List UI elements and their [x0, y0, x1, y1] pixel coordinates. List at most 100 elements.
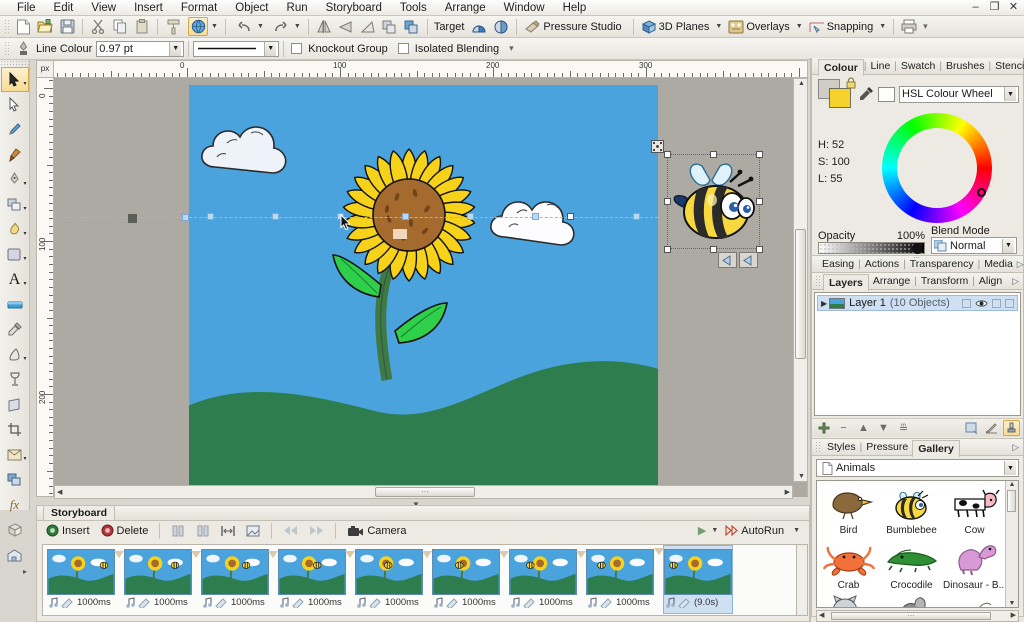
- checkbox-box[interactable]: [398, 43, 409, 54]
- pencil-tool[interactable]: [1, 117, 29, 142]
- gallery-scroll-thumb[interactable]: [1007, 490, 1016, 512]
- checkbox-box[interactable]: [291, 43, 302, 54]
- chevron-down-icon[interactable]: ▼: [1002, 239, 1014, 253]
- motion-path-keynode[interactable]: [567, 213, 574, 220]
- scroll-right-icon[interactable]: ▶: [785, 488, 790, 496]
- music-note-icon[interactable]: [280, 597, 290, 608]
- selection-handle-e[interactable]: [756, 198, 763, 205]
- colour-triangle[interactable]: [898, 129, 976, 207]
- sound-wave-icon[interactable]: [369, 597, 381, 608]
- frame-thumbnail[interactable]: [664, 549, 732, 595]
- frame-duration[interactable]: 1000ms: [539, 597, 573, 608]
- close-button[interactable]: ✕: [1007, 1, 1020, 13]
- motion-path-node[interactable]: [532, 213, 539, 220]
- frame-duration[interactable]: 1000ms: [77, 597, 111, 608]
- rotate-button[interactable]: [358, 17, 378, 36]
- ungroup-button[interactable]: [402, 17, 422, 36]
- paintbrush-tool[interactable]: [1, 142, 29, 167]
- tab-stencils[interactable]: Stencils: [991, 58, 1024, 75]
- frame-duration[interactable]: (9.0s): [694, 597, 718, 608]
- selection-handle-sw[interactable]: [664, 246, 671, 253]
- save-document-button[interactable]: [57, 17, 77, 36]
- blend-mode-combo[interactable]: Normal ▼: [931, 237, 1017, 254]
- new-document-button[interactable]: [13, 17, 33, 36]
- scroll-up-icon[interactable]: ▲: [798, 80, 805, 87]
- chevron-down-icon[interactable]: ▼: [711, 527, 718, 534]
- colour-mode-combo[interactable]: HSL Colour Wheel ▼: [899, 86, 1019, 103]
- line-style-combo[interactable]: ▼: [193, 41, 279, 57]
- crop-tool[interactable]: [1, 417, 29, 442]
- canvas-area[interactable]: [54, 78, 808, 497]
- line-width-combo[interactable]: 0.97 pt ▼: [96, 41, 184, 57]
- camera-button[interactable]: Camera: [343, 522, 410, 539]
- tools-overflow-button[interactable]: ▸: [0, 567, 29, 576]
- colour-picker-tool[interactable]: [1, 317, 29, 342]
- menu-item-window[interactable]: Window: [495, 0, 554, 16]
- tab-brushes[interactable]: Brushes: [942, 58, 989, 75]
- storyboard-frame[interactable]: 1000ms: [355, 549, 425, 609]
- no-colour-swatch[interactable]: [878, 87, 895, 102]
- knife-tool[interactable]: [1, 467, 29, 492]
- menu-item-view[interactable]: View: [82, 0, 125, 16]
- opacity-slider-knob[interactable]: [912, 243, 923, 254]
- chevron-down-icon[interactable]: ▼: [169, 42, 181, 56]
- 3d-planes-button[interactable]: 3D Planes ▼: [638, 17, 726, 36]
- sound-wave-icon[interactable]: [61, 597, 73, 608]
- chevron-down-icon[interactable]: ▼: [257, 23, 264, 30]
- perspective-tool[interactable]: [1, 392, 29, 417]
- tab-storyboard[interactable]: Storyboard: [43, 505, 115, 520]
- fill-colour-swatch[interactable]: [829, 88, 851, 108]
- scroll-down-icon[interactable]: ▼: [798, 473, 805, 480]
- sound-wave-icon[interactable]: [215, 597, 227, 608]
- document-page[interactable]: [189, 85, 658, 485]
- paste-button[interactable]: [132, 17, 152, 36]
- restore-button[interactable]: ❐: [988, 1, 1001, 13]
- selection-handle-n[interactable]: [710, 151, 717, 158]
- selection-handle-s[interactable]: [710, 246, 717, 253]
- gallery-item[interactable]: Cow: [943, 481, 1006, 536]
- flip-vertical-button[interactable]: [336, 17, 356, 36]
- motion-path-node[interactable]: [402, 213, 409, 220]
- pointer-tool[interactable]: ▾: [1, 67, 29, 92]
- bumblebee-shape[interactable]: [672, 160, 757, 245]
- sound-wave-icon[interactable]: [523, 597, 535, 608]
- undo-group[interactable]: ▼: [230, 17, 267, 36]
- gallery-item[interactable]: Bumblebee: [880, 481, 943, 536]
- sound-wave-icon[interactable]: [138, 597, 150, 608]
- music-note-icon[interactable]: [434, 597, 444, 608]
- tab-actions[interactable]: Actions: [861, 256, 903, 273]
- undo-button[interactable]: [234, 17, 254, 36]
- chevron-down-icon[interactable]: ▼: [264, 42, 276, 56]
- chevron-down-icon[interactable]: ▼: [1004, 87, 1016, 101]
- tab-align[interactable]: Align: [975, 273, 1006, 290]
- ruler-unit-label[interactable]: px: [36, 60, 54, 78]
- music-note-icon[interactable]: [511, 597, 521, 608]
- overlays-button[interactable]: Overlays ▼: [725, 17, 805, 36]
- frame-transition-marker[interactable]: [345, 551, 355, 558]
- pen-tool[interactable]: ▾: [1, 167, 29, 192]
- menu-item-format[interactable]: Format: [172, 0, 226, 16]
- menu-item-run[interactable]: Run: [278, 0, 317, 16]
- group-button[interactable]: [380, 17, 400, 36]
- gallery-item[interactable]: [943, 591, 1006, 608]
- frame-properties-button[interactable]: [242, 522, 264, 539]
- gallery-category-combo[interactable]: Animals ▼: [816, 459, 1019, 477]
- autorun-button[interactable]: AutoRun: [721, 522, 788, 539]
- add-layer-button[interactable]: [815, 420, 832, 436]
- toolbar-grip[interactable]: [4, 19, 10, 35]
- frame-duration[interactable]: 1000ms: [231, 597, 265, 608]
- selection-handle-w[interactable]: [664, 198, 671, 205]
- motion-path-node[interactable]: [467, 213, 474, 220]
- format-painter-button[interactable]: [163, 17, 183, 36]
- blend-tool[interactable]: ▾: [1, 217, 29, 242]
- menu-item-edit[interactable]: Edit: [45, 0, 83, 16]
- music-note-icon[interactable]: [203, 597, 213, 608]
- target-alt-button[interactable]: [491, 17, 511, 36]
- effects-tool[interactable]: fx: [1, 492, 29, 517]
- eyedropper-icon[interactable]: [858, 86, 874, 102]
- expand-panel-icon[interactable]: ▷: [1012, 442, 1019, 453]
- studio-globe-button[interactable]: [188, 17, 208, 36]
- frame-thumbnail[interactable]: [47, 549, 115, 595]
- opacity-slider[interactable]: [818, 242, 925, 254]
- copy-button[interactable]: [110, 17, 130, 36]
